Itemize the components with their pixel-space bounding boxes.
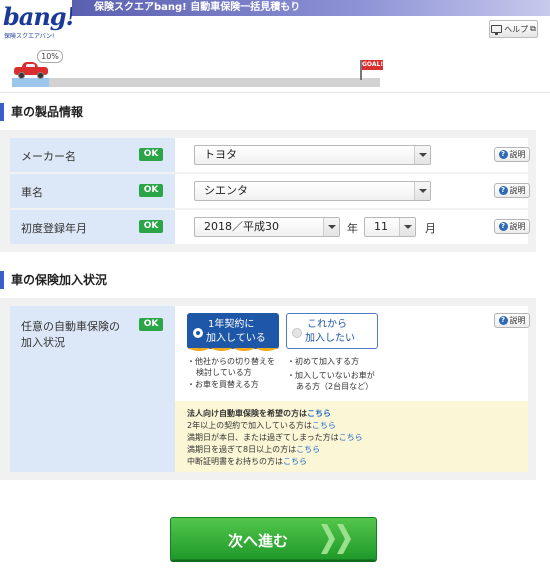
corporate-info: 法人向け自動車保険を希望の方はこちら (187, 409, 331, 418)
question-icon: ? (498, 150, 508, 159)
note-left-2: 検討している方 (196, 368, 252, 377)
row-value-cell: トヨタ ? 説明 (175, 138, 530, 172)
ok-badge: OK (139, 220, 163, 233)
note-right-3: ある方（2台目など） (296, 382, 374, 391)
external-link-icon: ⧉ (530, 24, 536, 33)
corporate-link[interactable]: こちら (307, 409, 331, 418)
car-name-select[interactable]: シエンタ (194, 181, 431, 201)
row-label-cell: 任意の自動車保険の 加入状況 OK (10, 306, 175, 472)
radio-selected-icon (193, 328, 203, 338)
info-link[interactable]: こちら (339, 433, 363, 442)
brand-logo[interactable]: bang! 保険スクエアバン! (3, 3, 76, 41)
info-line: 満期日が本日、または過ぎてしまった方はこちら (187, 433, 363, 442)
next-button-label: 次へ進む (228, 532, 289, 550)
note-left-1: ・他社からの切り替えを (187, 357, 275, 366)
note-left-3: ・お車を買替える方 (187, 380, 259, 389)
row-label-line1: 任意の自動車保険の (21, 320, 120, 333)
explain-button[interactable]: ? 説明 (494, 313, 530, 328)
radio-label-line1: これから (307, 319, 347, 330)
row-label-cell: 車名 OK (10, 174, 175, 208)
select-value: シエンタ (204, 184, 248, 197)
info-link[interactable]: こちら (312, 421, 336, 430)
chevron-down-icon (323, 218, 339, 236)
radio-label-line2: 加入している (206, 333, 266, 344)
selected-wave-icon (188, 348, 278, 351)
help-label: ヘルプ (504, 24, 529, 34)
chevron-down-icon (399, 218, 415, 236)
row-value-cell: 1年契約に 加入している これから 加入したい ・他社からの切り替えを 検討して… (175, 306, 530, 472)
explain-label: 説明 (509, 150, 526, 159)
explain-button[interactable]: ? 説明 (494, 219, 530, 234)
progress-fill (12, 78, 49, 87)
goal-flag-icon: GOAL! (362, 60, 384, 70)
logo-subtext: 保険スクエアバン! (4, 33, 55, 40)
year-unit: 年 (347, 222, 358, 235)
radio-option-will-enroll[interactable]: これから 加入したい (286, 313, 378, 349)
row-label: メーカー名 (21, 150, 76, 163)
info-link[interactable]: こちら (296, 445, 320, 454)
form-row-first-registration: 初度登録年月 OK 2018／平成30 年 11 月 ? 説明 (10, 210, 530, 244)
radio-option-enrolled[interactable]: 1年契約に 加入している (187, 313, 279, 351)
next-button[interactable]: 次へ進む (170, 517, 377, 560)
product-panel: メーカー名 OK トヨタ ? 説明 車名 OK シエンタ ? 説明 初度登録年月… (0, 130, 536, 252)
insurance-panel: 任意の自動車保険の 加入状況 OK 1年契約に 加入している これから 加入した… (0, 298, 536, 480)
select-value: トヨタ (204, 148, 237, 161)
explain-label: 説明 (509, 316, 526, 325)
row-label: 車名 (21, 186, 43, 199)
question-icon: ? (498, 316, 508, 325)
row-label-cell: 初度登録年月 OK (10, 210, 175, 244)
car-icon (14, 62, 48, 79)
header: bang! 保険スクエアバン! 保険スクエアbang! 自動車保険一括見積もり … (0, 0, 550, 46)
row-value-cell: シエンタ ? 説明 (175, 174, 530, 208)
note-right-2: ・加入していないお車が (287, 371, 375, 380)
ok-badge: OK (139, 318, 163, 331)
progress-track (12, 78, 380, 87)
row-label-line2: 加入状況 (21, 336, 65, 349)
info-link[interactable]: こちら (283, 457, 307, 466)
monitor-icon (491, 25, 503, 35)
explain-button[interactable]: ? 説明 (494, 147, 530, 162)
section-title-insurance: 車の保険加入状況 (0, 271, 107, 289)
progress-indicator: 10% GOAL! (0, 46, 550, 90)
explain-button[interactable]: ? 説明 (494, 183, 530, 198)
chevron-down-icon (414, 146, 430, 164)
info-line: 中断証明書をお持ちの方はこちら (187, 457, 307, 466)
row-value-cell: 2018／平成30 年 11 月 ? 説明 (175, 210, 530, 244)
form-row-insurance-status: 任意の自動車保険の 加入状況 OK 1年契約に 加入している これから 加入した… (10, 306, 530, 472)
select-value: 11 (374, 220, 388, 233)
month-unit: 月 (425, 222, 436, 235)
info-box: 法人向け自動車保険を希望の方はこちら 2年以上の契約で加入している方はこちら 満… (175, 401, 528, 472)
maker-select[interactable]: トヨタ (194, 145, 431, 165)
progress-percent: 10% (37, 50, 63, 63)
radio-label-line2: 加入したい (305, 333, 355, 344)
radio-label-line1: 1年契約に (208, 319, 255, 330)
chevron-right-icon (321, 524, 335, 554)
logo-text: bang! (3, 2, 76, 31)
form-row-car-name: 車名 OK シエンタ ? 説明 (10, 174, 530, 208)
form-row-maker: メーカー名 OK トヨタ ? 説明 (10, 138, 530, 172)
section-title-product: 車の製品情報 (0, 103, 83, 121)
explain-label: 説明 (509, 222, 526, 231)
row-label: 初度登録年月 (21, 222, 87, 235)
row-label-cell: メーカー名 OK (10, 138, 175, 172)
info-line: 満期日を過ぎて8日以上の方はこちら (187, 445, 321, 454)
info-line: 2年以上の契約で加入している方はこちら (187, 421, 336, 430)
chevron-down-icon (414, 182, 430, 200)
question-icon: ? (498, 222, 508, 231)
header-banner-text: 保険スクエアbang! 自動車保険一括見積もり (94, 2, 301, 13)
registration-month-select[interactable]: 11 (364, 217, 416, 237)
chevron-right-icon (337, 524, 351, 554)
help-button[interactable]: ヘルプ ⧉ (489, 20, 538, 38)
registration-year-select[interactable]: 2018／平成30 (194, 217, 340, 237)
explain-label: 説明 (509, 186, 526, 195)
ok-badge: OK (139, 148, 163, 161)
ok-badge: OK (139, 184, 163, 197)
note-right-1: ・初めて加入する方 (287, 357, 359, 366)
header-banner: 保険スクエアbang! 自動車保険一括見積もり (72, 0, 550, 16)
question-icon: ? (498, 186, 508, 195)
divider (0, 92, 550, 93)
radio-unselected-icon (292, 328, 302, 338)
select-value: 2018／平成30 (204, 220, 279, 233)
